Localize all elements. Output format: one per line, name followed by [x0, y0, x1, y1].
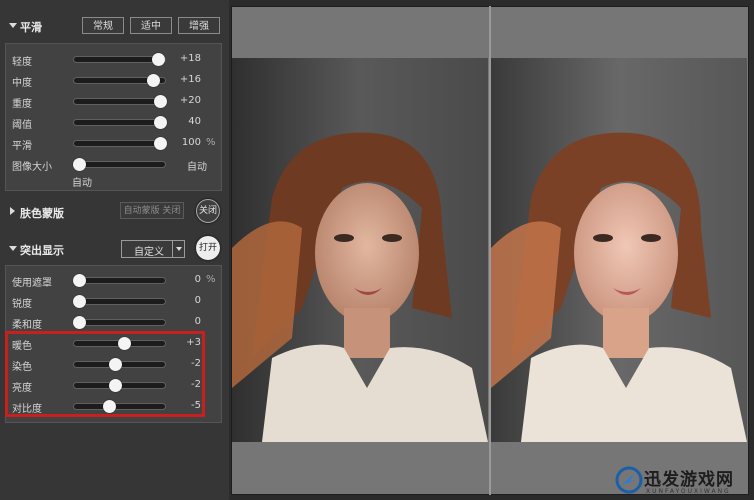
select-value: 自定义	[134, 247, 164, 258]
slider-knob[interactable]	[72, 316, 86, 329]
watermark: 迅发游戏网 XUNFAYOUXIWANG	[610, 463, 754, 500]
slider-row: 轻度 +18	[6, 49, 221, 70]
slider-track[interactable]	[72, 316, 166, 329]
slider-value: 自动	[187, 162, 207, 173]
slider-label: 重度	[12, 99, 32, 110]
slider-row: 平滑 100 %	[6, 133, 221, 154]
preset-strong-button[interactable]: 增强	[178, 17, 220, 34]
slider-label: 阈值	[12, 120, 32, 131]
slider-value: 0	[194, 274, 201, 285]
slider-knob[interactable]	[151, 53, 165, 66]
watermark-logo-icon	[615, 466, 643, 494]
slider-label: 图像大小	[12, 162, 52, 173]
highlight-annotation-box	[5, 331, 205, 417]
slider-label: 柔和度	[12, 320, 42, 331]
highlight-title: 突出显示	[20, 244, 64, 257]
slider-value: 40	[188, 116, 201, 127]
highlight-mode-select[interactable]: 自定义	[121, 240, 185, 258]
slider-track[interactable]	[72, 158, 166, 171]
slider-label: 使用遮罩	[12, 278, 52, 289]
skin-mask-toggle[interactable]: 关闭	[196, 199, 220, 223]
watermark-text: 迅发游戏网	[644, 470, 734, 490]
slider-knob[interactable]	[154, 137, 168, 150]
slider-track[interactable]	[72, 295, 166, 308]
slider-label: 平滑	[12, 141, 32, 152]
collapse-arrow-icon[interactable]	[9, 23, 17, 28]
skin-mask-title: 肤色蒙版	[20, 207, 64, 220]
preset-normal-button[interactable]: 常规	[82, 17, 124, 34]
smooth-title: 平滑	[20, 21, 42, 34]
slider-row: 柔和度 0	[6, 312, 221, 333]
before-photo	[232, 58, 488, 442]
slider-knob[interactable]	[147, 74, 161, 87]
slider-row: 锐度 0	[6, 291, 221, 312]
highlight-toggle[interactable]: 打开	[196, 236, 220, 260]
slider-label: 轻度	[12, 57, 32, 68]
slider-label: 锐度	[12, 299, 32, 310]
slider-row: 阈值 40	[6, 112, 221, 133]
slider-knob[interactable]	[72, 158, 86, 171]
collapse-arrow-icon[interactable]	[9, 246, 17, 251]
slider-unit: %	[206, 137, 216, 148]
slider-unit: %	[206, 274, 216, 285]
slider-value: +18	[179, 53, 201, 64]
slider-row: 重度 +20	[6, 91, 221, 112]
slider-knob[interactable]	[154, 116, 168, 129]
slider-track[interactable]	[73, 74, 166, 87]
slider-value: +16	[179, 74, 201, 85]
slider-knob[interactable]	[154, 95, 168, 108]
slider-track[interactable]	[73, 53, 166, 66]
slider-track[interactable]	[73, 95, 168, 108]
smooth-sliders-box: 轻度 +18 中度 +16 重度 +20 阈值 40 平滑 100 % 图像大小	[5, 43, 222, 191]
highlight-section-header[interactable]: 突出显示	[0, 236, 229, 262]
image-size-row: 图像大小 自动	[6, 154, 221, 175]
slider-track[interactable]	[73, 116, 168, 129]
auto-mask-button[interactable]: 自动蒙版 关闭	[120, 202, 184, 219]
slider-row: 使用遮罩 0 %	[6, 270, 221, 291]
skin-mask-section-header[interactable]: 肤色蒙版	[0, 199, 229, 225]
slider-track[interactable]	[72, 274, 166, 287]
expand-arrow-icon[interactable]	[10, 207, 15, 215]
watermark-subtext: XUNFAYOUXIWANG	[646, 488, 731, 495]
after-photo	[491, 58, 747, 442]
preset-medium-button[interactable]: 适中	[130, 17, 172, 34]
slider-knob[interactable]	[72, 274, 86, 287]
slider-value: 0	[194, 295, 201, 306]
slider-value: +20	[179, 95, 201, 106]
slider-knob[interactable]	[72, 295, 86, 308]
slider-value: 100	[181, 137, 201, 148]
slider-track[interactable]	[73, 137, 168, 150]
adjustment-panel: 平滑 常规 适中 增强 轻度 +18 中度 +16 重度 +20 阈值 40 平…	[0, 0, 229, 500]
image-size-sublabel: 自动	[72, 178, 92, 189]
dropdown-arrow-icon[interactable]	[172, 241, 184, 257]
slider-label: 中度	[12, 78, 32, 89]
slider-value: 0	[194, 316, 201, 327]
slider-row: 中度 +16	[6, 70, 221, 91]
